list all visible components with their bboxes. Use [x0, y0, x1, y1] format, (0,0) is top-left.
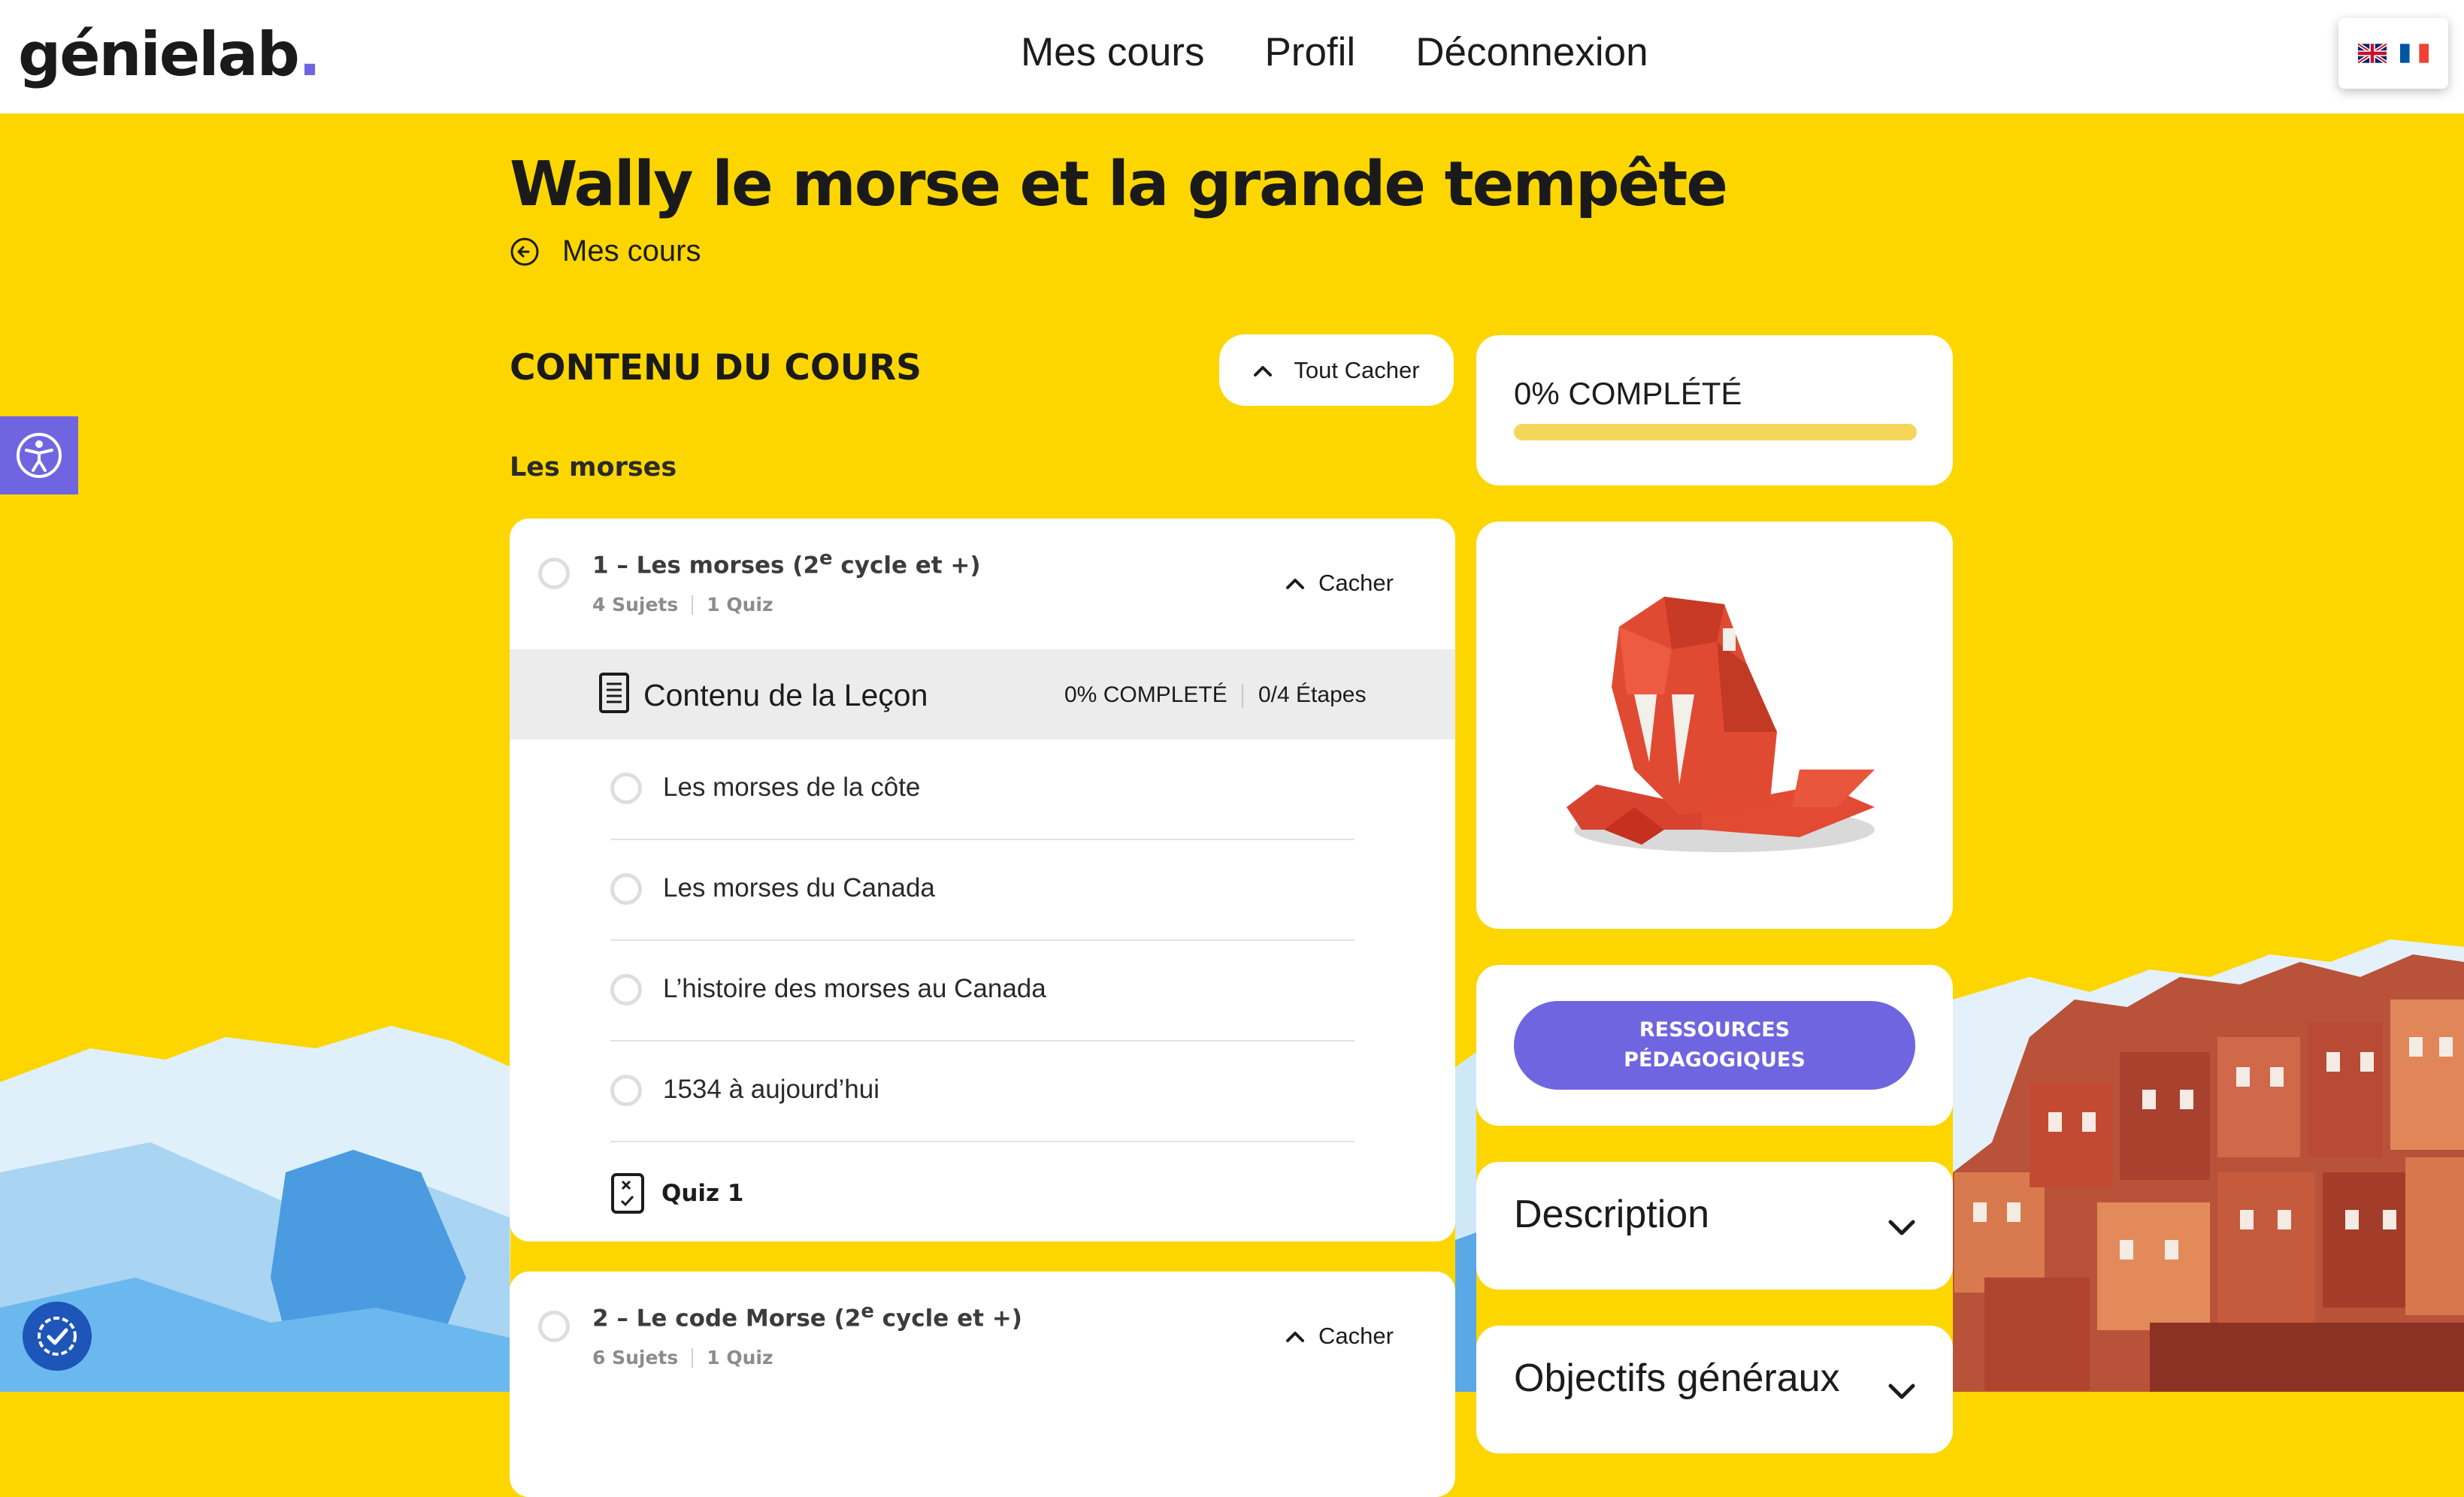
- lesson-title-text: 2 – Le code Morse (2: [592, 1305, 861, 1332]
- back-link-label: Mes cours: [562, 234, 701, 268]
- topic-label: 1534 à aujourd’hui: [663, 1075, 880, 1104]
- quiz-count: 1 Quiz: [707, 1347, 773, 1368]
- lesson-title-sup: e: [819, 547, 833, 570]
- quiz-label: Quiz 1: [661, 1180, 744, 1207]
- nav-link-profil[interactable]: Profil: [1264, 24, 1355, 81]
- lesson-card: 1 – Les morses (2e cycle et +) 4 Sujets …: [510, 519, 1455, 1241]
- cookie-consent-button[interactable]: [23, 1302, 92, 1371]
- top-navigation-bar: génielab. Mes cours Profil Déconnexion: [0, 0, 2464, 113]
- back-to-courses-link[interactable]: Mes cours: [510, 234, 701, 268]
- topic-item[interactable]: Les morses du Canada: [610, 840, 1355, 941]
- back-arrow-icon: [510, 237, 539, 265]
- course-progress-label: 0% COMPLÉTÉ: [1514, 376, 1742, 411]
- resources-label-line2: PÉDAGOGIQUES: [1624, 1048, 1806, 1072]
- accordion-title: Objectifs généraux: [1514, 1356, 1840, 1400]
- chevron-up-icon: [1254, 365, 1273, 377]
- accessibility-toolbar-toggle[interactable]: [0, 416, 78, 494]
- lesson-content-title: Contenu de la Leçon: [643, 678, 928, 712]
- lesson-meta: 6 Sujets 1 Quiz: [592, 1347, 773, 1368]
- lesson-title-sup: e: [861, 1300, 874, 1323]
- language-switcher: [2338, 18, 2448, 89]
- course-progress-card: 0% COMPLÉTÉ: [1476, 335, 1953, 485]
- nav-link-mes-cours[interactable]: Mes cours: [1021, 24, 1204, 81]
- chevron-down-icon: [1888, 1220, 1915, 1235]
- quiz-icon: [611, 1173, 644, 1214]
- lesson-status-circle-icon: [538, 558, 570, 589]
- hide-lesson-button[interactable]: Cacher: [1285, 570, 1394, 597]
- quiz-count: 1 Quiz: [707, 594, 773, 615]
- chevron-up-icon: [1286, 579, 1304, 589]
- logo-text: génielab: [18, 20, 300, 89]
- description-accordion[interactable]: Description: [1476, 1162, 1953, 1290]
- course-title: Wally le morse et la grande tempête: [510, 149, 1728, 220]
- uk-flag-icon[interactable]: [2358, 44, 2387, 63]
- walrus-illustration: [1566, 597, 1875, 852]
- course-image-card: [1476, 522, 1953, 929]
- lesson-meta: 4 Sujets 1 Quiz: [592, 594, 773, 615]
- lesson-title[interactable]: 2 – Le code Morse (2e cycle et +): [592, 1300, 1022, 1332]
- logo-dot: .: [298, 20, 321, 89]
- topic-status-circle-icon: [610, 974, 642, 1006]
- resources-label-line1: RESSOURCES: [1639, 1018, 1790, 1042]
- lesson-content-steps: 0/4 Étapes: [1241, 682, 1367, 708]
- course-progress-bar: [1514, 424, 1917, 440]
- lesson-title-text: 1 – Les morses (2: [592, 552, 820, 579]
- nav-link-deconnexion[interactable]: Déconnexion: [1415, 24, 1648, 81]
- document-icon: [599, 673, 629, 713]
- topic-label: Les morses de la côte: [663, 773, 921, 802]
- topic-status-circle-icon: [610, 873, 642, 905]
- french-flag-icon[interactable]: [2400, 44, 2429, 63]
- topics-count: 6 Sujets: [592, 1347, 679, 1368]
- topic-item[interactable]: L’histoire des morses au Canada: [610, 941, 1355, 1042]
- pedagogical-resources-button[interactable]: RESSOURCES PÉDAGOGIQUES: [1514, 1001, 1915, 1090]
- main-nav: Mes cours Profil Déconnexion: [1021, 24, 1648, 81]
- cookie-consent-icon: [38, 1317, 77, 1356]
- lesson-content-bar[interactable]: Contenu de la Leçon 0% COMPLETÉ 0/4 Étap…: [510, 649, 1455, 739]
- resources-card: RESSOURCES PÉDAGOGIQUES: [1476, 965, 1953, 1126]
- chevron-up-icon: [1286, 1332, 1304, 1342]
- hide-all-button[interactable]: Tout Cacher: [1219, 334, 1454, 406]
- lesson-card: 2 – Le code Morse (2e cycle et +) 6 Suje…: [510, 1272, 1455, 1497]
- topic-status-circle-icon: [610, 1075, 642, 1106]
- quiz-item[interactable]: Quiz 1: [610, 1172, 1061, 1225]
- lesson-content-progress: 0% COMPLETÉ: [1064, 682, 1227, 707]
- lesson-title-end: cycle et +): [873, 1305, 1022, 1332]
- lesson-group-title: Les morses: [510, 452, 677, 482]
- hide-all-label: Tout Cacher: [1294, 356, 1420, 383]
- hide-lesson-button[interactable]: Cacher: [1285, 1323, 1394, 1350]
- topics-count: 4 Sujets: [592, 594, 679, 615]
- topic-item[interactable]: 1534 à aujourd’hui: [610, 1042, 1355, 1142]
- hide-lesson-label: Cacher: [1318, 1323, 1394, 1349]
- genielab-logo[interactable]: génielab.: [18, 20, 321, 89]
- topic-status-circle-icon: [610, 773, 642, 804]
- topic-item[interactable]: Les morses de la côte: [610, 739, 1355, 840]
- meta-divider: [692, 594, 694, 615]
- chevron-down-icon: [1888, 1384, 1915, 1399]
- topic-label: L’histoire des morses au Canada: [663, 974, 1046, 1003]
- lesson-status-circle-icon: [538, 1311, 570, 1342]
- lesson-title-end: cycle et +): [832, 552, 981, 579]
- course-content-heading: CONTENU DU COURS: [510, 347, 922, 389]
- topic-label: Les morses du Canada: [663, 873, 935, 903]
- meta-divider: [692, 1347, 694, 1368]
- objectives-accordion[interactable]: Objectifs généraux: [1476, 1326, 1953, 1453]
- lesson-title[interactable]: 1 – Les morses (2e cycle et +): [592, 547, 981, 579]
- hide-lesson-label: Cacher: [1318, 570, 1394, 596]
- accordion-title: Description: [1514, 1193, 1710, 1236]
- accessibility-icon: [17, 433, 62, 478]
